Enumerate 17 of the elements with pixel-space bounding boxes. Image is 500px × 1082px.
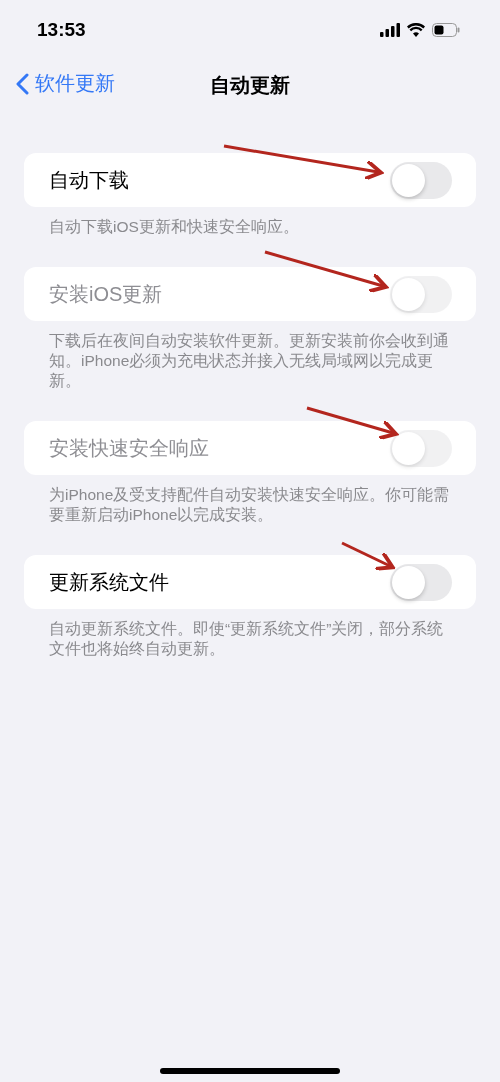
setting-description: 下载后在夜间自动安装软件更新。更新安装前你会收到通知。iPhone必须为充电状态并接入无线局域网以完成更新。 (49, 331, 450, 391)
wifi-icon (407, 23, 425, 37)
status-time: 13:53 (37, 19, 86, 41)
setting-label: 安装iOS更新 (49, 281, 163, 307)
back-button[interactable]: 软件更新 (16, 70, 115, 97)
chevron-left-icon (16, 72, 29, 95)
battery-icon (432, 23, 460, 37)
setting-description: 为iPhone及受支持配件自动安装快速安全响应。你可能需要重新启动iPhone以完成安装。 (49, 485, 451, 525)
setting-description: 自动更新系统文件。即使“更新系统文件”关闭，部分系统文件也将始终自动更新。 (49, 619, 445, 659)
setting-label: 更新系统文件 (49, 569, 169, 595)
setting-description: 自动下载iOS更新和快速安全响应。 (49, 217, 300, 237)
signal-icon (380, 23, 400, 37)
toggle-switch[interactable] (390, 563, 452, 601)
setting-label: 自动下载 (49, 167, 129, 193)
setting-label: 安装快速安全响应 (49, 435, 209, 461)
toggle-switch[interactable] (390, 161, 452, 199)
page-title: 自动更新 (210, 72, 290, 98)
